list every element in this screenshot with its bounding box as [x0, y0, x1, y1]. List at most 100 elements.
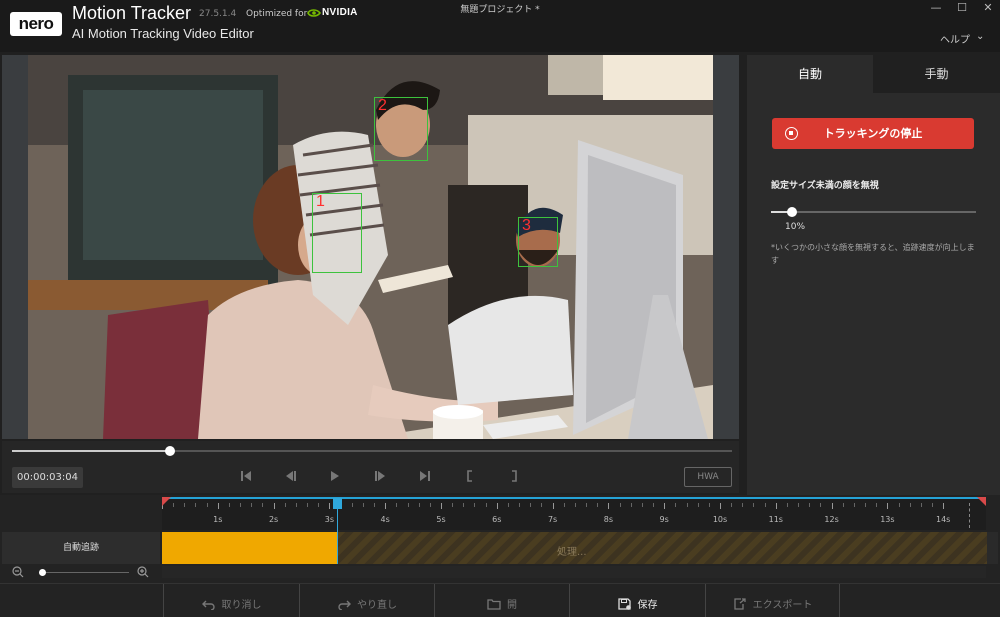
open-button[interactable]: 開	[434, 584, 569, 617]
ruler-tick-label: 7s	[547, 515, 558, 524]
face-box-1[interactable]: 1	[312, 193, 362, 273]
face-size-slider[interactable]	[771, 207, 976, 217]
ruler-tick	[720, 503, 721, 509]
undo-button[interactable]: 取り消し	[163, 584, 299, 617]
ruler-tick	[865, 503, 867, 507]
nvidia-eye-icon	[307, 9, 321, 17]
chevron-down-icon[interactable]: ⌄	[976, 31, 984, 42]
stop-tracking-button[interactable]: トラッキングの停止	[772, 118, 974, 149]
video-preview[interactable]: 1 2 3	[28, 55, 713, 439]
ruler-tick	[318, 503, 320, 507]
ruler-tick	[485, 503, 487, 507]
ruler-tick	[463, 503, 465, 507]
zoom-in-icon[interactable]	[137, 566, 149, 578]
zoom-slider[interactable]	[38, 569, 129, 576]
ruler-tick	[641, 503, 643, 507]
ruler-tick	[217, 503, 219, 509]
in-point-marker[interactable]	[162, 497, 171, 506]
timeline-vertical-scrollbar[interactable]	[987, 532, 998, 564]
hwa-button[interactable]: HWA	[684, 467, 732, 487]
save-button[interactable]: 保存	[569, 584, 705, 617]
maximize-button[interactable]: ☐	[949, 0, 975, 16]
skip-to-start-icon[interactable]	[238, 468, 254, 484]
mark-in-icon[interactable]	[462, 468, 478, 484]
timeline-ruler[interactable]: 1s 2s 3s 4s 5s 6s 7s 8s 9s 10s 11s 12s 13s 14s	[162, 497, 986, 530]
ruler-tick	[228, 503, 230, 507]
document-title: 無題プロジェクト *	[460, 5, 540, 15]
tracked-segment[interactable]	[162, 532, 337, 564]
pending-segment[interactable]	[337, 532, 987, 564]
ruler-tick	[530, 503, 532, 507]
scrubber-handle[interactable]	[165, 446, 176, 456]
ruler-tick-label: 6s	[492, 515, 502, 524]
minimize-button[interactable]: —	[923, 0, 949, 16]
ruler-tick-label: 13s	[880, 515, 895, 524]
ruler-tick-label: 4s	[380, 515, 390, 524]
ruler-tick	[775, 503, 777, 509]
ruler-tick	[206, 503, 208, 507]
tab-auto[interactable]: 自動	[747, 55, 873, 93]
step-back-icon[interactable]	[283, 468, 299, 484]
ruler-tick	[608, 503, 610, 509]
face-box-3[interactable]: 3	[518, 217, 558, 267]
ruler-tick	[708, 503, 710, 507]
ignore-small-faces-label: 設定サイズ未満の顔を無視	[771, 181, 879, 191]
ruler-tick-label: 8s	[603, 515, 614, 524]
optimized-for-label: Optimized for	[246, 9, 308, 19]
ruler-tick-label: 10s	[712, 515, 728, 524]
zoom-out-icon[interactable]	[12, 566, 24, 578]
mark-out-icon[interactable]	[506, 468, 522, 484]
ruler-tick	[496, 503, 498, 509]
ruler-tick	[586, 503, 588, 507]
ruler-tick	[831, 503, 833, 509]
video-scrubber[interactable]	[2, 441, 739, 461]
export-button[interactable]: エクスポート	[705, 584, 840, 617]
title-bar: nero Motion Tracker 27.5.1.4 Optimized f…	[0, 0, 1000, 52]
step-forward-icon[interactable]	[372, 468, 388, 484]
out-point-marker[interactable]	[977, 497, 986, 506]
skip-to-end-icon[interactable]	[417, 468, 433, 484]
ruler-tick	[809, 503, 811, 507]
play-icon[interactable]	[327, 468, 343, 484]
timeline-horizontal-scrollbar[interactable]	[162, 566, 986, 578]
help-menu[interactable]: ヘルプ	[940, 31, 970, 46]
ruler-tick	[396, 503, 398, 507]
ruler-tick-label: 5s	[436, 515, 446, 524]
transport-bar: 00:00:03:04 HWA	[2, 461, 739, 493]
tab-manual[interactable]: 手動	[873, 55, 1000, 93]
ruler-tick	[284, 503, 286, 507]
undo-label: 取り消し	[221, 600, 262, 611]
ruler-tick	[619, 503, 621, 507]
ruler-tick	[507, 503, 509, 507]
ruler-tick	[686, 503, 688, 507]
ruler-tick	[786, 503, 788, 507]
ruler-tick	[351, 503, 353, 507]
ruler-tick	[563, 503, 565, 507]
face-box-2[interactable]: 2	[374, 97, 428, 161]
ruler-tick	[664, 503, 666, 509]
face-size-slider-handle[interactable]	[786, 207, 797, 217]
playhead-line	[337, 509, 338, 564]
scrubber-track[interactable]	[12, 446, 732, 456]
ruler-tick	[307, 503, 309, 507]
close-button[interactable]: ✕	[975, 0, 1000, 16]
ruler-tick	[731, 503, 733, 507]
app-name: Motion Tracker	[72, 3, 192, 23]
ruler-tick-label: 11s	[768, 515, 783, 524]
ruler-tick	[295, 503, 297, 507]
zoom-slider-handle[interactable]	[38, 569, 46, 576]
track-label: 自動追跡	[2, 532, 160, 564]
ruler-tick	[519, 503, 521, 507]
tracking-panel: 自動 手動 トラッキングの停止 設定サイズ未満の顔を無視 10% *いくつかの小…	[747, 55, 1000, 495]
ruler-tick	[842, 503, 844, 507]
redo-icon	[338, 600, 351, 610]
ruler-tick	[452, 503, 454, 507]
ruler-tick	[184, 503, 186, 507]
app-subtitle: AI Motion Tracking Video Editor	[72, 26, 254, 41]
video-frame-image	[28, 55, 713, 439]
timeline-zoom	[2, 565, 160, 581]
ruler-tick	[173, 503, 175, 507]
redo-button[interactable]: やり直し	[299, 584, 434, 617]
playhead-handle[interactable]	[333, 498, 342, 509]
ruler-tick	[853, 503, 855, 507]
